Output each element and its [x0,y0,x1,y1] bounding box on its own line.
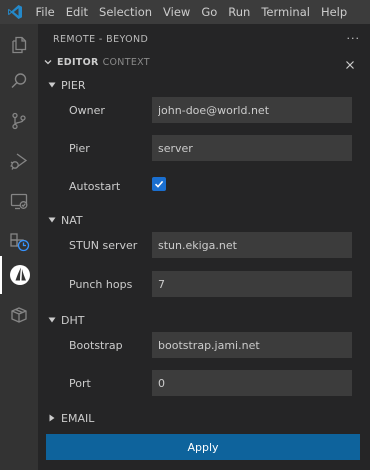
menu-run[interactable]: Run [223,0,256,24]
punch-hops-input[interactable] [152,271,352,297]
sidebar-header: REMOTE - BEYOND ··· [53,32,360,46]
section-email-label: EMAIL [61,411,95,425]
beyond-icon[interactable] [0,256,38,294]
caret-down-icon [47,315,57,325]
checkmark-icon [154,180,164,188]
sidebar: REMOTE - BEYOND ··· EDITOR CONTEXT PIER … [38,24,370,470]
section-pier-label: PIER [61,78,86,92]
section-dht[interactable]: DHT [38,312,84,328]
source-control-icon[interactable] [0,102,38,140]
menu-view[interactable]: View [158,0,196,24]
caret-right-icon [47,413,57,423]
autostart-label: Autostart [69,180,121,193]
sidebar-title: REMOTE - BEYOND [53,33,149,45]
section-pier[interactable]: PIER [38,77,85,93]
stun-server-input[interactable] [152,232,352,258]
title-bar: File Edit Selection View Go Run Terminal… [0,0,370,24]
more-actions-icon[interactable]: ··· [347,33,361,44]
menu-edit[interactable]: Edit [60,0,93,24]
activity-bar [0,24,38,470]
menu-bar: File Edit Selection View Go Run Terminal… [30,0,353,24]
remote-explorer-icon[interactable] [0,182,38,220]
punch-hops-label: Punch hops [69,278,133,291]
menu-file[interactable]: File [30,0,60,24]
bootstrap-input[interactable] [152,332,352,358]
search-icon[interactable] [0,62,38,100]
explorer-icon[interactable] [0,26,38,64]
package-icon[interactable] [0,296,38,334]
menu-help[interactable]: Help [315,0,352,24]
menu-selection[interactable]: Selection [94,0,158,24]
pier-input[interactable] [152,135,352,161]
autostart-checkbox[interactable] [152,177,166,191]
section-nat-label: NAT [61,213,83,227]
vscode-logo-icon [0,0,30,24]
extensions-icon[interactable] [0,222,38,260]
menu-terminal[interactable]: Terminal [256,0,316,24]
port-label: Port [69,377,91,390]
owner-label: Owner [69,104,105,117]
pier-label: Pier [69,142,90,155]
caret-down-icon [47,80,57,90]
close-icon[interactable] [345,55,355,69]
section-nat[interactable]: NAT [38,212,83,228]
stun-server-label: STUN server [69,239,138,252]
tab-context[interactable]: CONTEXT [103,57,150,68]
chevron-down-icon[interactable] [40,54,56,70]
bootstrap-label: Bootstrap [69,339,123,352]
owner-input[interactable] [152,97,352,123]
view-tabs: EDITOR CONTEXT [38,54,370,70]
section-dht-label: DHT [61,313,85,327]
run-debug-icon[interactable] [0,142,38,180]
tab-editor[interactable]: EDITOR [57,57,99,68]
port-input[interactable] [152,370,352,396]
caret-down-icon [47,215,57,225]
apply-button[interactable]: Apply [46,434,360,460]
menu-go[interactable]: Go [196,0,223,24]
section-email[interactable]: EMAIL [38,410,94,426]
